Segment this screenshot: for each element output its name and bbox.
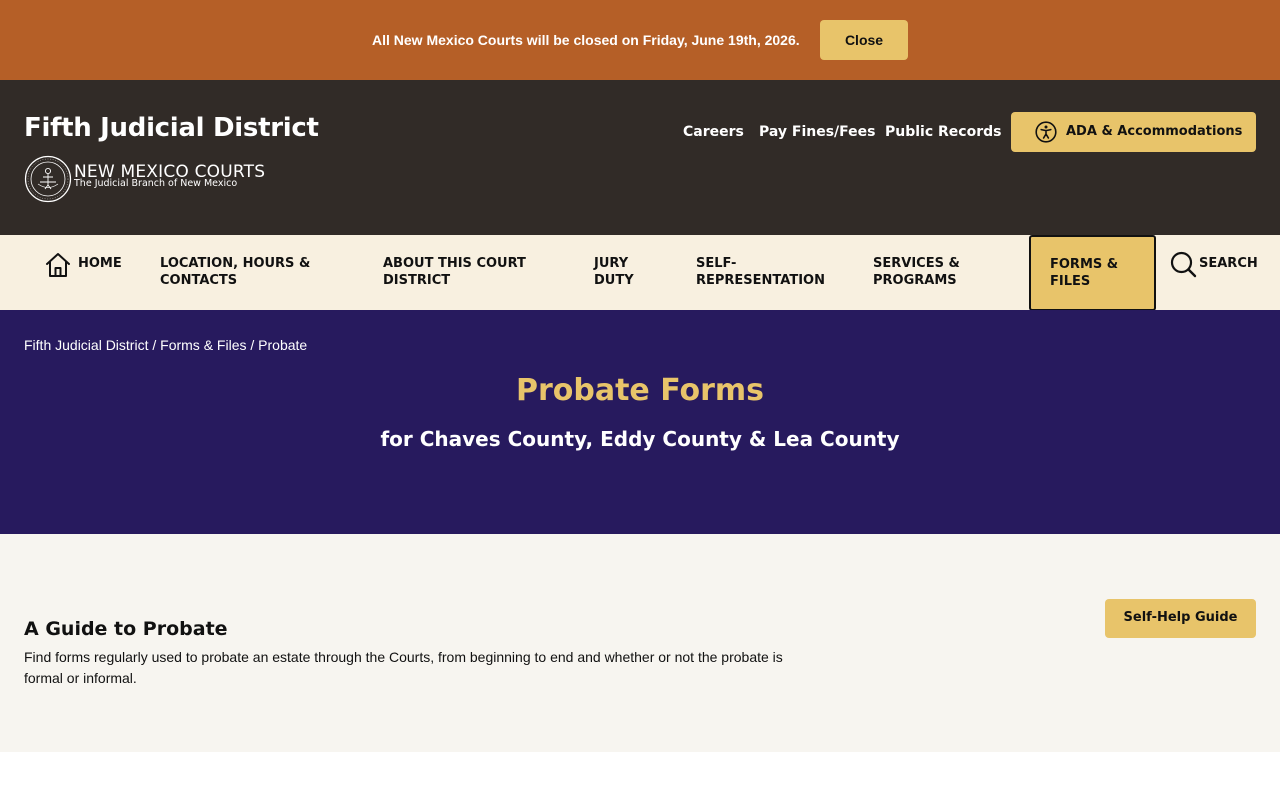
logo-tagline: The Judicial Branch of New Mexico [74, 178, 238, 189]
breadcrumb-forms-files[interactable]: Forms & Files [160, 337, 246, 353]
careers-link[interactable]: Careers [683, 124, 744, 140]
nav-item-self-representation[interactable]: SELF-REPRESENTATION [696, 255, 841, 289]
nav-item-location[interactable]: LOCATION, HOURS & CONTACTS [160, 255, 330, 289]
main-content: A Guide to Probate Find forms regularly … [0, 534, 1280, 752]
page-hero: Fifth Judicial District / Forms & Files … [0, 310, 1280, 534]
guide-description: Find forms regularly used to probate an … [24, 649, 783, 686]
nav-item-home[interactable]: HOME [78, 255, 122, 272]
ada-label: ADA & Accommodations [1066, 124, 1243, 139]
nav-item-forms-files[interactable]: FORMS & FILES [1029, 235, 1156, 311]
court-seal-icon [24, 155, 72, 203]
pay-fines-link[interactable]: Pay Fines/Fees [759, 124, 876, 140]
breadcrumb-separator: / [148, 337, 161, 353]
nav-item-forms-files-label: FORMS & FILES [1050, 257, 1119, 289]
site-header: Fifth Judicial District NEW MEXICO COURT… [0, 80, 1280, 235]
home-icon[interactable] [44, 251, 72, 279]
breadcrumb-home[interactable]: Fifth Judicial District [24, 337, 148, 353]
breadcrumb-current: Probate [258, 337, 308, 353]
nav-item-jury-duty[interactable]: JURY DUTY [594, 255, 654, 289]
page-subtitle: for Chaves County, Eddy County & Lea Cou… [380, 427, 900, 451]
nav-item-about[interactable]: ABOUT THIS COURT DISTRICT [383, 255, 563, 289]
ada-accommodations-button[interactable]: ADA & Accommodations [1011, 112, 1256, 152]
nav-item-services[interactable]: SERVICES & PROGRAMS [873, 255, 993, 289]
guide-title: A Guide to Probate [24, 618, 228, 640]
page-title: Probate Forms [515, 373, 765, 408]
search-icon[interactable] [1170, 251, 1197, 278]
breadcrumb: Fifth Judicial District / Forms & Files … [24, 337, 307, 353]
site-title[interactable]: Fifth Judicial District [24, 113, 319, 143]
alert-banner: All New Mexico Courts will be closed on … [0, 0, 1280, 80]
self-help-guide-button[interactable]: Self-Help Guide [1105, 599, 1256, 638]
accessibility-icon [1035, 121, 1057, 143]
public-records-link[interactable]: Public Records [885, 124, 1001, 140]
breadcrumb-separator: / [246, 337, 259, 353]
self-help-guide-label: Self-Help Guide [1123, 610, 1238, 625]
alert-message: All New Mexico Courts will be closed on … [372, 32, 800, 48]
main-nav: HOME LOCATION, HOURS & CONTACTS ABOUT TH… [0, 235, 1280, 311]
nav-item-search[interactable]: SEARCH [1199, 255, 1258, 272]
alert-close-button[interactable]: Close [820, 20, 908, 60]
